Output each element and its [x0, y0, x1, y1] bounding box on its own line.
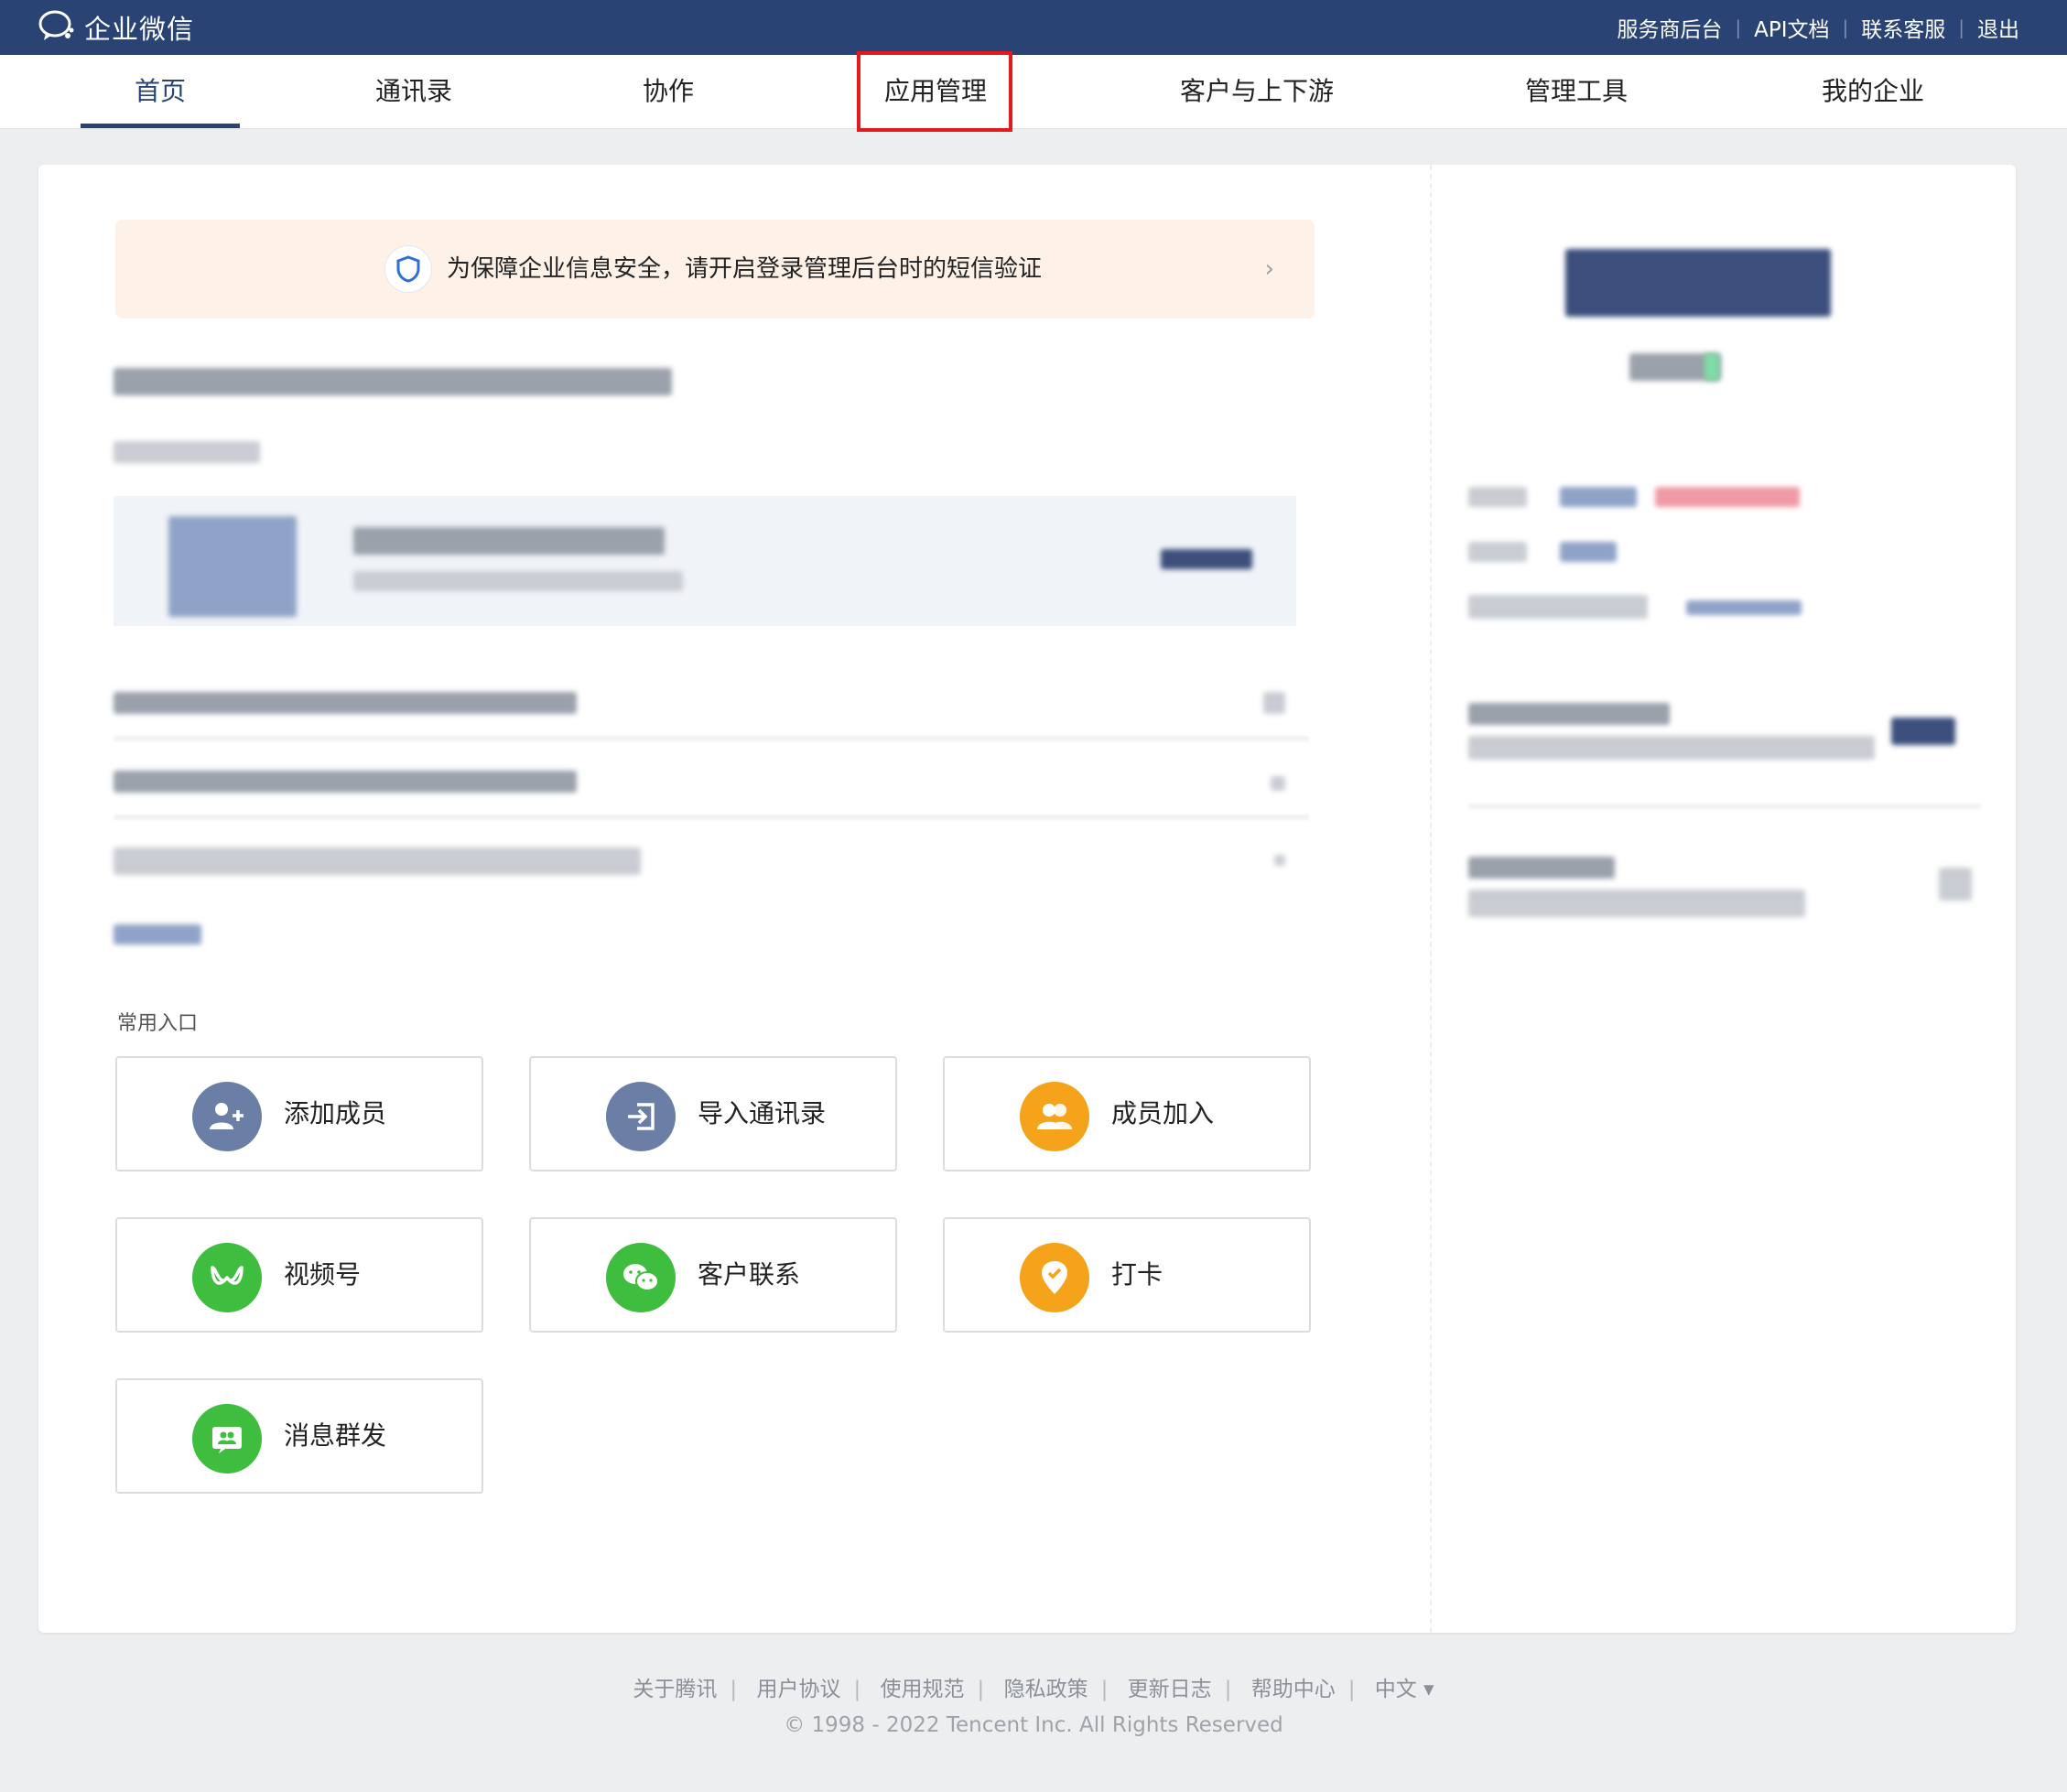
customer-contact-button[interactable]: 客户联系 [529, 1217, 897, 1333]
blurred-label-1 [1468, 487, 1527, 507]
main-nav: 首页 通讯录 协作 应用管理 客户与上下游 管理工具 我的企业 [0, 55, 2067, 129]
check-in-button[interactable]: 打卡 [943, 1217, 1311, 1333]
blurred-value-2 [1560, 542, 1617, 562]
channels-label: 视频号 [284, 1259, 362, 1290]
blurred-value-3 [1686, 600, 1802, 615]
banner-subtitle [353, 571, 683, 591]
members-join-button[interactable]: 成员加入 [943, 1056, 1311, 1171]
footer-help-link[interactable]: 帮助中心 [1251, 1678, 1336, 1701]
add-member-button[interactable]: 添加成员 [115, 1056, 483, 1171]
tab-customers-partners[interactable]: 客户与上下游 [1155, 55, 1358, 128]
location-check-icon [1020, 1243, 1089, 1312]
blurred-greeting [114, 368, 672, 395]
blurred-plan-desc [1468, 736, 1875, 760]
blurred-label-3 [1468, 595, 1648, 619]
blurred-news-3-meta [1274, 855, 1285, 866]
wechat-chat-icon [606, 1243, 676, 1312]
main-card: 为保障企业信息安全，请开启登录管理后台时的短信验证 › 常用入口 添加成员 导入… [38, 165, 2016, 1633]
api-docs-link[interactable]: API文档 [1754, 12, 1829, 43]
tab-collaboration[interactable]: 协作 [604, 55, 732, 128]
broadcast-message-label: 消息群发 [284, 1420, 387, 1451]
blurred-value-1 [1560, 487, 1637, 507]
members-join-label: 成员加入 [1111, 1098, 1215, 1128]
blurred-qr-icon[interactable] [1939, 868, 1972, 901]
blurred-plan-button[interactable] [1891, 718, 1955, 745]
wecom-logo-icon [37, 7, 77, 48]
blurred-news-3[interactable] [114, 847, 641, 875]
blurred-status [1655, 487, 1800, 507]
blurred-plan-title [1468, 703, 1670, 725]
language-select[interactable]: 中文 ▾ [1375, 1678, 1434, 1701]
blurred-news-1-meta [1263, 692, 1285, 714]
blurred-label-2 [1468, 542, 1527, 562]
footer-rules-link[interactable]: 使用规范 [881, 1678, 965, 1701]
common-entries-title: 常用入口 [117, 1012, 199, 1035]
provider-console-link[interactable]: 服务商后台 [1617, 12, 1722, 43]
shield-icon [384, 245, 432, 293]
import-icon [606, 1082, 676, 1151]
contact-support-link[interactable]: 联系客服 [1861, 12, 1945, 43]
customer-contact-label: 客户联系 [698, 1259, 801, 1290]
add-user-icon [192, 1082, 262, 1151]
logout-link[interactable]: 退出 [1977, 12, 2019, 43]
column-divider [1430, 165, 1432, 1633]
tab-management-tools[interactable]: 管理工具 [1494, 55, 1659, 128]
chevron-right-icon: › [1264, 255, 1274, 283]
members-icon [1020, 1082, 1089, 1151]
banner-action [1161, 549, 1252, 569]
brand-logo[interactable]: 企业微信 [37, 7, 194, 48]
footer-about-link[interactable]: 关于腾讯 [633, 1678, 717, 1701]
notice-text: 为保障企业信息安全，请开启登录管理后台时的短信验证 [447, 255, 1043, 283]
broadcast-icon [192, 1404, 262, 1474]
channels-icon [192, 1243, 262, 1312]
top-bar: 企业微信 服务商后台 | API文档 | 联系客服 | 退出 [0, 0, 2067, 55]
tab-home[interactable]: 首页 [81, 55, 240, 128]
footer-changelog-link[interactable]: 更新日志 [1128, 1678, 1212, 1701]
blurred-news-2-meta [1271, 776, 1285, 791]
broadcast-message-button[interactable]: 消息群发 [115, 1378, 483, 1494]
tab-app-management[interactable]: 应用管理 [860, 55, 1011, 128]
tab-contacts[interactable]: 通讯录 [341, 55, 487, 128]
blurred-news-1[interactable] [114, 692, 577, 714]
check-in-label: 打卡 [1111, 1259, 1163, 1290]
blurred-info-title [1468, 857, 1615, 879]
blurred-banner[interactable] [114, 496, 1296, 626]
top-links: 服务商后台 | API文档 | 联系客服 | 退出 [1617, 0, 2019, 55]
import-contacts-label: 导入通讯录 [698, 1098, 827, 1128]
add-member-label: 添加成员 [284, 1098, 387, 1128]
channels-button[interactable]: 视频号 [115, 1217, 483, 1333]
banner-title [353, 527, 665, 555]
import-contacts-button[interactable]: 导入通讯录 [529, 1056, 897, 1171]
footer-links: 关于腾讯 | 用户协议 | 使用规范 | 隐私政策 | 更新日志 | 帮助中心 | 中文 ▾ [633, 1678, 1434, 1701]
blurred-subtext [114, 441, 260, 463]
banner-image [168, 516, 297, 617]
brand-name: 企业微信 [84, 14, 195, 45]
footer-terms-link[interactable]: 用户协议 [756, 1678, 840, 1701]
copyright: © 1998 - 2022 Tencent Inc. All Rights Re… [784, 1713, 1283, 1737]
blurred-news-2[interactable] [114, 771, 577, 793]
security-notice[interactable]: 为保障企业信息安全，请开启登录管理后台时的短信验证 › [115, 220, 1315, 318]
blurred-info-desc [1468, 890, 1805, 917]
tab-my-enterprise[interactable]: 我的企业 [1791, 55, 1955, 128]
footer-privacy-link[interactable]: 隐私政策 [1004, 1678, 1088, 1701]
blurred-enterprise-name [1565, 249, 1831, 317]
blurred-more-link[interactable] [114, 924, 201, 945]
